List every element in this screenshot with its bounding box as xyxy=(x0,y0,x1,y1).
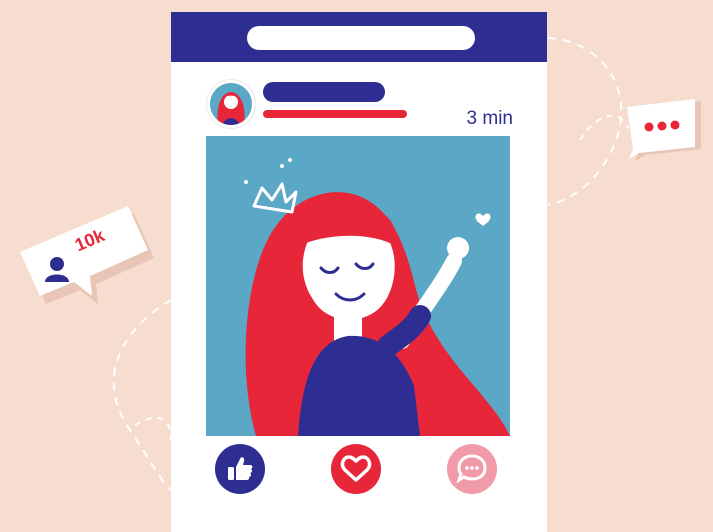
post-image[interactable] xyxy=(206,136,510,436)
heart-icon xyxy=(340,455,372,482)
typing-indicator-bubble xyxy=(627,97,707,161)
post-timestamp: 3 min xyxy=(466,108,513,129)
thumbs-up-icon xyxy=(228,457,253,480)
post-header: 3 min xyxy=(171,74,547,134)
comment-button[interactable] xyxy=(447,444,497,494)
likes-notification-bubble: 10k xyxy=(18,196,168,311)
likes-bubble-shape xyxy=(20,206,154,304)
phone-frame: 3 min xyxy=(171,12,547,532)
like-button[interactable] xyxy=(215,444,265,494)
avatar-girl-icon xyxy=(217,92,245,125)
user-icon xyxy=(45,257,69,282)
phone-top-bar xyxy=(171,12,547,62)
post-actions xyxy=(171,444,547,514)
avatar[interactable] xyxy=(207,80,255,128)
love-button[interactable] xyxy=(331,444,381,494)
phone-speaker xyxy=(247,26,475,50)
subtitle-placeholder-bar xyxy=(263,110,407,118)
girl-illustration xyxy=(244,158,510,436)
username-placeholder-bar xyxy=(263,82,385,102)
speech-bubble-icon xyxy=(456,454,487,484)
typing-dots-icon xyxy=(627,99,701,161)
